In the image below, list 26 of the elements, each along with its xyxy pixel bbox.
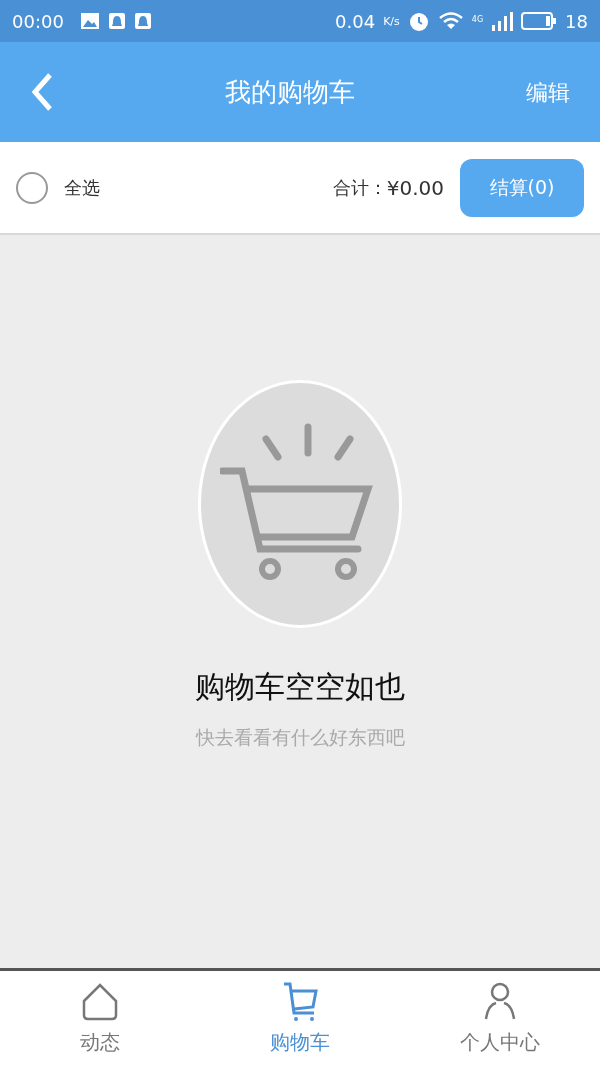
notification-icon bbox=[133, 12, 152, 30]
time-text: 00:00 bbox=[12, 9, 64, 34]
network-type: 4G bbox=[471, 13, 484, 26]
tab[interactable]: 个人中心 bbox=[400, 980, 600, 1058]
select-all-label: 全选 bbox=[64, 176, 100, 200]
empty-subtitle: 快去看看有什么好东西吧 bbox=[195, 725, 405, 750]
tab[interactable]: 动态 bbox=[0, 980, 200, 1058]
wifi-icon bbox=[437, 11, 464, 31]
notification-icon bbox=[107, 12, 126, 30]
network-speed: 0.04 bbox=[335, 9, 376, 34]
back-button[interactable] bbox=[30, 72, 54, 112]
page-title: 我的购物车 bbox=[225, 75, 355, 109]
checkout-button[interactable]: 结算(0) bbox=[460, 158, 584, 217]
signal-icon bbox=[491, 11, 514, 31]
tab[interactable]: 购物车 bbox=[200, 980, 400, 1058]
edit-button[interactable]: 编辑 bbox=[526, 75, 570, 109]
battery-level: 18 bbox=[565, 9, 588, 34]
select-all-checkbox[interactable] bbox=[16, 171, 48, 204]
battery-icon bbox=[521, 11, 558, 31]
image-icon bbox=[79, 12, 100, 30]
total-label: 合计： bbox=[332, 176, 387, 200]
empty-title: 购物车空空如也 bbox=[195, 668, 405, 706]
speed-unit: K/s bbox=[383, 13, 400, 30]
home-icon bbox=[80, 981, 120, 1023]
total-amount: ¥0.00 bbox=[386, 174, 444, 202]
alarm-icon bbox=[407, 10, 430, 32]
